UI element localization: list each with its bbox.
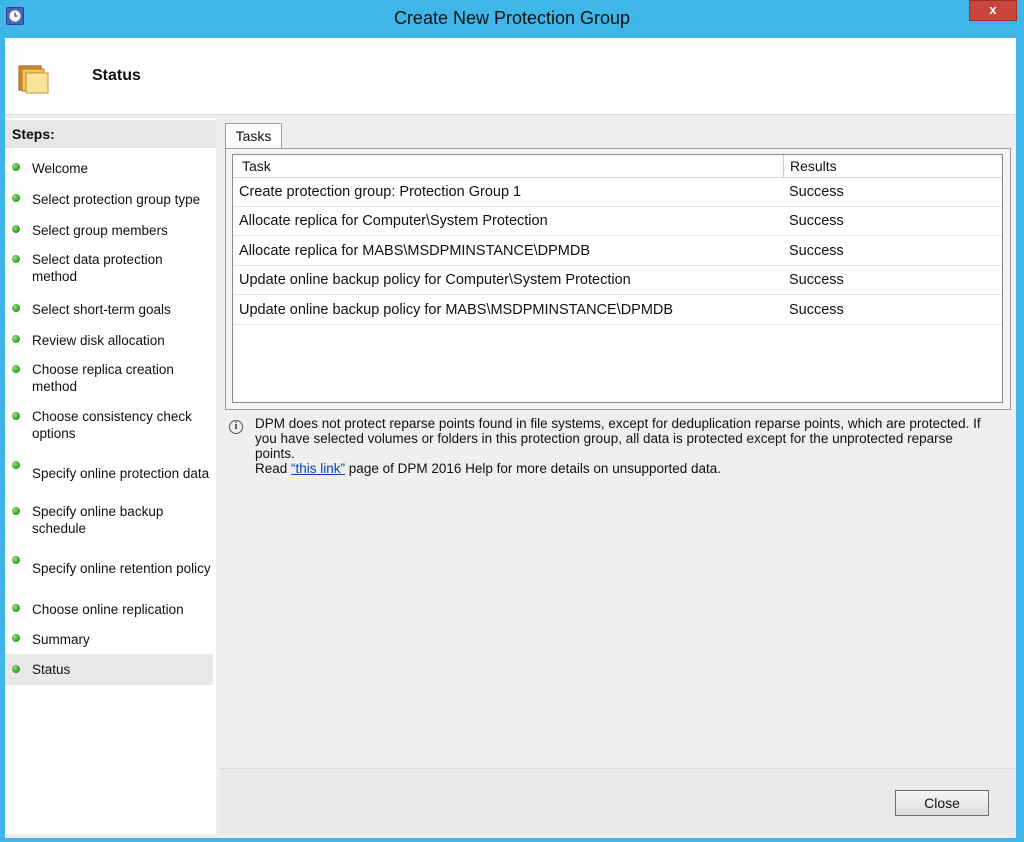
- step-label: Welcome: [32, 161, 89, 176]
- dialog-client: Status Steps: Welcome Select protection …: [5, 38, 1016, 838]
- step-complete-icon: [12, 461, 20, 469]
- step-complete-icon: [12, 604, 20, 612]
- result-cell: Success: [789, 213, 844, 229]
- step-label: Specify online retention policy: [32, 561, 211, 576]
- step-label: Summary: [32, 632, 90, 647]
- step-complete-icon: [12, 335, 20, 343]
- step-select-short-term-goals[interactable]: Select short-term goals: [5, 300, 213, 320]
- table-row[interactable]: Update online backup policy for Computer…: [233, 266, 1002, 295]
- step-label: Select group members: [32, 223, 168, 238]
- step-label: Select protection group type: [32, 192, 201, 207]
- step-status[interactable]: Status: [5, 654, 213, 685]
- step-complete-icon: [12, 665, 20, 673]
- task-cell: Update online backup policy for Computer…: [239, 272, 631, 288]
- column-header-task[interactable]: Task: [242, 158, 271, 174]
- step-complete-icon: [12, 556, 20, 564]
- step-complete-icon: [12, 304, 20, 312]
- step-specify-online-retention-policy[interactable]: Specify online retention policy: [5, 556, 213, 578]
- step-label: Specify online protection data: [32, 466, 210, 481]
- info-icon: i: [229, 420, 243, 434]
- step-complete-icon: [12, 255, 20, 263]
- dialog-window: Create New Protection Group x Status Ste…: [0, 0, 1024, 842]
- step-summary[interactable]: Summary: [5, 630, 213, 650]
- step-label: Choose consistency check options: [32, 409, 192, 441]
- steps-sidebar: Steps: Welcome Select protection group t…: [5, 118, 216, 834]
- step-complete-icon: [12, 225, 20, 233]
- step-complete-icon: [12, 365, 20, 373]
- step-label: Status: [32, 662, 71, 677]
- grid-header: Task Results: [233, 155, 1002, 178]
- step-label: Review disk allocation: [32, 333, 165, 348]
- read-prefix: Read: [255, 461, 292, 476]
- table-row[interactable]: Allocate replica for MABS\MSDPMINSTANCE\…: [233, 237, 1002, 266]
- tasks-grid[interactable]: Task Results Create protection group: Pr…: [232, 154, 1003, 403]
- step-review-disk-allocation[interactable]: Review disk allocation: [5, 331, 213, 351]
- step-label: Select data protection method: [32, 252, 163, 284]
- step-label: Specify online backup schedule: [32, 504, 164, 536]
- table-row[interactable]: Create protection group: Protection Grou…: [233, 178, 1002, 207]
- step-complete-icon: [12, 194, 20, 202]
- info-paragraph: DPM does not protect reparse points foun…: [255, 416, 981, 461]
- tasks-tab-panel: Task Results Create protection group: Pr…: [225, 148, 1011, 410]
- step-complete-icon: [12, 507, 20, 515]
- step-select-protection-group-type[interactable]: Select protection group type: [5, 190, 213, 210]
- step-choose-replica-creation-method[interactable]: Choose replica creation method: [5, 361, 213, 397]
- task-cell: Allocate replica for Computer\System Pro…: [239, 213, 548, 229]
- window-close-button[interactable]: x: [969, 0, 1017, 21]
- step-select-group-members[interactable]: Select group members: [5, 221, 213, 241]
- step-complete-icon: [12, 412, 20, 420]
- step-choose-consistency-check-options[interactable]: Choose consistency check options: [5, 408, 213, 444]
- task-cell: Update online backup policy for MABS\MSD…: [239, 302, 674, 318]
- folder-icon: [17, 63, 53, 98]
- step-complete-icon: [12, 634, 20, 642]
- step-label: Select short-term goals: [32, 302, 171, 317]
- table-row[interactable]: Update online backup policy for MABS\MSD…: [233, 296, 1002, 325]
- info-read-line: Read “this link” page of DPM 2016 Help f…: [255, 461, 985, 476]
- step-choose-online-replication[interactable]: Choose online replication: [5, 600, 213, 620]
- column-header-results[interactable]: Results: [790, 158, 837, 174]
- step-complete-icon: [12, 163, 20, 171]
- window-title: Create New Protection Group: [393, 8, 631, 28]
- close-button[interactable]: Close: [895, 790, 989, 816]
- result-cell: Success: [789, 243, 844, 259]
- task-cell: Allocate replica for MABS\MSDPMINSTANCE\…: [239, 243, 591, 259]
- step-label: Choose replica creation method: [32, 362, 174, 394]
- table-row[interactable]: Allocate replica for Computer\System Pro…: [233, 207, 1002, 236]
- result-cell: Success: [789, 272, 844, 288]
- column-divider[interactable]: [783, 155, 784, 177]
- read-suffix: page of DPM 2016 Help for more details o…: [345, 461, 722, 476]
- title-bar[interactable]: Create New Protection Group x: [0, 0, 1024, 38]
- page-title: Status: [92, 67, 141, 84]
- result-cell: Success: [789, 302, 844, 318]
- step-specify-online-backup-schedule[interactable]: Specify online backup schedule: [5, 503, 213, 539]
- info-text: DPM does not protect reparse points foun…: [255, 416, 985, 476]
- result-cell: Success: [789, 184, 844, 200]
- help-link[interactable]: “this link”: [291, 461, 345, 476]
- task-cell: Create protection group: Protection Grou…: [239, 184, 522, 200]
- step-label: Choose online replication: [32, 602, 184, 617]
- steps-heading: Steps:: [5, 120, 216, 148]
- dialog-footer: Close: [220, 768, 1016, 835]
- step-welcome[interactable]: Welcome: [5, 159, 213, 179]
- step-select-data-protection-method[interactable]: Select data protection method: [5, 251, 213, 287]
- page-header: Status: [5, 38, 1016, 115]
- main-panel: Tasks Task Results Create protection gro…: [220, 118, 1016, 835]
- step-specify-online-protection-data[interactable]: Specify online protection data: [5, 461, 213, 483]
- tab-tasks[interactable]: Tasks: [225, 123, 282, 149]
